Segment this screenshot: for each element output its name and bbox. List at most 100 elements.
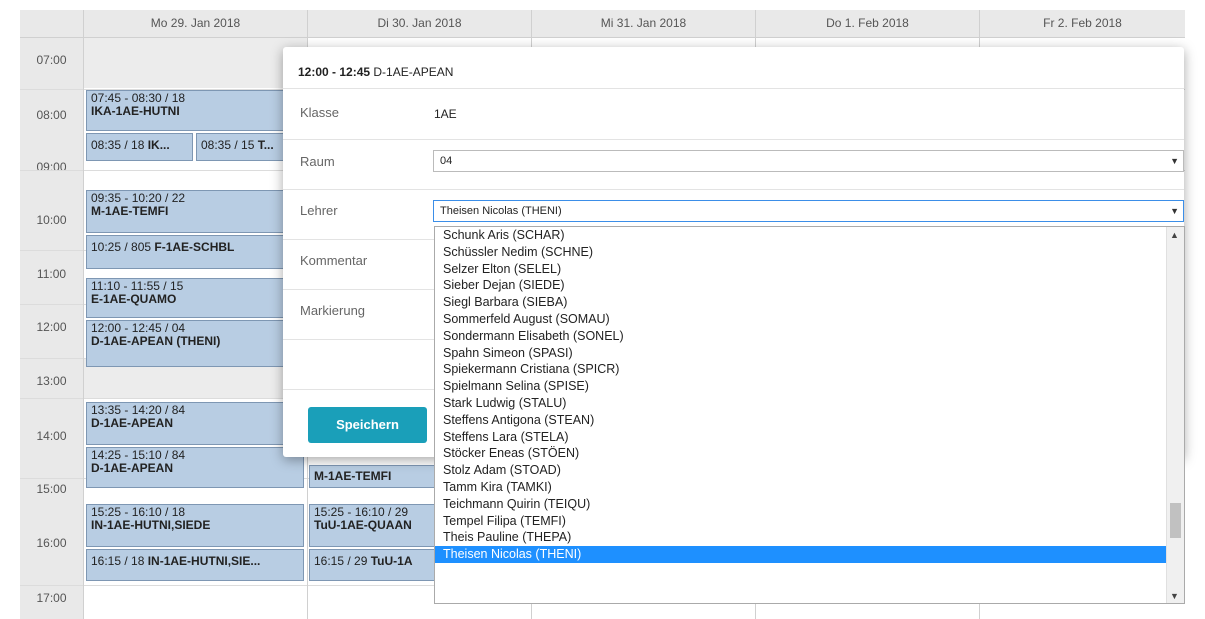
- teacher-option[interactable]: Sieber Dejan (SIEDE): [435, 277, 1184, 294]
- divider: [283, 139, 1184, 140]
- teacher-option[interactable]: Spiekermann Cristiana (SPICR): [435, 361, 1184, 378]
- dropdown-scrollbar[interactable]: ▲ ▼: [1166, 227, 1184, 603]
- chevron-down-icon: ▼: [1170, 206, 1179, 216]
- lehrer-select-value: Theisen Nicolas (THENI): [440, 205, 562, 217]
- lesson-block[interactable]: 14:25 - 15:10 / 84 D-1AE-APEAN: [86, 447, 304, 488]
- lesson-code: IN-1AE-HUTNI,SIE...: [147, 554, 261, 568]
- teacher-option[interactable]: Sommerfeld August (SOMAU): [435, 311, 1184, 328]
- teacher-option[interactable]: Spielmann Selina (SPISE): [435, 378, 1184, 395]
- raum-select-value: 04: [440, 155, 453, 167]
- day-header-friday: Fr 2. Feb 2018: [979, 10, 1185, 37]
- lesson-block[interactable]: M-1AE-TEMFI: [309, 465, 437, 488]
- empty-slot: [84, 38, 307, 88]
- teacher-option[interactable]: Stark Ludwig (STALU): [435, 395, 1184, 412]
- time-label: 13:00: [36, 374, 67, 388]
- day-header-tuesday: Di 30. Jan 2018: [307, 10, 531, 37]
- lesson-block[interactable]: 16:15 / 18 IN-1AE-HUTNI,SIE...: [86, 549, 304, 581]
- chevron-down-icon: ▼: [1170, 156, 1179, 166]
- teacher-option[interactable]: Schüssler Nedim (SCHNE): [435, 244, 1184, 261]
- teacher-option[interactable]: Steffens Lara (STELA): [435, 429, 1184, 446]
- lesson-time: 16:15 / 18: [91, 554, 148, 568]
- raum-label: Raum: [300, 154, 335, 169]
- teacher-option[interactable]: Tamm Kira (TAMKI): [435, 479, 1184, 496]
- teacher-option-selected[interactable]: Theisen Nicolas (THENI): [435, 546, 1184, 563]
- teacher-option[interactable]: Theis Pauline (THEPA): [435, 529, 1184, 546]
- time-label: 12:00: [36, 320, 67, 334]
- day-header-wednesday: Mi 31. Jan 2018: [531, 10, 755, 37]
- lesson-code: F-1AE-SCHBL: [154, 240, 235, 254]
- lesson-code: M-1AE-TEMFI: [91, 204, 169, 218]
- time-label: 11:00: [36, 267, 67, 281]
- lesson-time: 10:25 / 805: [91, 240, 155, 254]
- lesson-code: D-1AE-APEAN (THENI): [91, 334, 221, 348]
- lesson-time: 15:25 - 16:10 / 18: [91, 505, 186, 519]
- scroll-up-icon[interactable]: ▲: [1170, 230, 1179, 240]
- lesson-block[interactable]: 09:35 - 10:20 / 22 M-1AE-TEMFI: [86, 190, 304, 233]
- scroll-down-icon[interactable]: ▼: [1170, 591, 1179, 601]
- lesson-time: 15:25 - 16:10 / 29: [314, 505, 409, 519]
- teacher-option[interactable]: Selzer Elton (SELEL): [435, 261, 1184, 278]
- lesson-code: T...: [257, 138, 274, 152]
- teacher-option[interactable]: Stöcker Eneas (STÖEN): [435, 445, 1184, 462]
- raum-select[interactable]: 04 ▼: [433, 150, 1184, 172]
- day-header-monday: Mo 29. Jan 2018: [83, 10, 307, 37]
- lesson-block-selected[interactable]: 12:00 - 12:45 / 04 D-1AE-APEAN (THENI): [86, 320, 304, 367]
- teacher-option[interactable]: Sondermann Elisabeth (SONEL): [435, 328, 1184, 345]
- lesson-code: E-1AE-QUAMO: [91, 292, 177, 306]
- lesson-block[interactable]: 16:15 / 29 TuU-1A: [309, 549, 437, 581]
- lesson-time: 16:15 / 29: [314, 554, 371, 568]
- lesson-code: D-1AE-APEAN: [91, 416, 174, 430]
- teacher-option[interactable]: Stolz Adam (STOAD): [435, 462, 1184, 479]
- time-label: 17:00: [36, 591, 67, 605]
- time-label: 16:00: [36, 536, 67, 550]
- time-label: 15:00: [36, 482, 67, 496]
- teacher-option[interactable]: Spahn Simeon (SPASI): [435, 345, 1184, 362]
- lesson-time: 13:35 - 14:20 / 84: [91, 403, 186, 417]
- lesson-time: 07:45 - 08:30 / 18: [91, 91, 186, 105]
- scrollbar-thumb[interactable]: [1170, 503, 1181, 538]
- lesson-code: IK...: [147, 138, 170, 152]
- time-label: 07:00: [36, 53, 67, 67]
- teacher-option[interactable]: Steffens Antigona (STEAN): [435, 412, 1184, 429]
- divider: [283, 88, 1184, 89]
- teacher-option[interactable]: Teichmann Quirin (TEIQU): [435, 496, 1184, 513]
- time-label: 09:00: [36, 160, 67, 174]
- lesson-time: 08:35 / 18: [91, 138, 148, 152]
- time-label: 08:00: [36, 108, 67, 122]
- teacher-dropdown-list[interactable]: Schunk Aris (SCHAR) Schüssler Nedim (SCH…: [434, 226, 1185, 604]
- lesson-block[interactable]: 15:25 - 16:10 / 29 TuU-1AE-QUAAN: [309, 504, 437, 547]
- lehrer-label: Lehrer: [300, 203, 338, 218]
- lesson-time: 11:10 - 11:55 / 15: [91, 279, 184, 293]
- lesson-time: 12:00 - 12:45 / 04: [91, 321, 186, 335]
- time-label: 10:00: [36, 213, 67, 227]
- lesson-code: TuU-1AE-QUAAN: [314, 518, 412, 532]
- teacher-option[interactable]: Siegl Barbara (SIEBA): [435, 294, 1184, 311]
- day-divider: [83, 10, 84, 619]
- teacher-option[interactable]: Tempel Filipa (TEMFI): [435, 513, 1184, 530]
- lesson-block[interactable]: 13:35 - 14:20 / 84 D-1AE-APEAN: [86, 402, 304, 445]
- klasse-value: 1AE: [434, 107, 457, 121]
- lesson-code: TuU-1A: [370, 554, 413, 568]
- lehrer-select[interactable]: Theisen Nicolas (THENI) ▼: [433, 200, 1184, 222]
- save-button[interactable]: Speichern: [308, 407, 427, 443]
- lesson-time: 09:35 - 10:20 / 22: [91, 191, 186, 205]
- lesson-block[interactable]: 08:35 / 18 IK...: [86, 133, 193, 161]
- kommentar-label: Kommentar: [300, 253, 368, 268]
- lesson-block[interactable]: 10:25 / 805 F-1AE-SCHBL: [86, 235, 304, 269]
- day-header-row: Mo 29. Jan 2018 Di 30. Jan 2018 Mi 31. J…: [20, 10, 1185, 38]
- lesson-block[interactable]: 15:25 - 16:10 / 18 IN-1AE-HUTNI,SIEDE: [86, 504, 304, 547]
- lesson-block[interactable]: 07:45 - 08:30 / 18 IKA-1AE-HUTNI: [86, 90, 304, 131]
- klasse-label: Klasse: [300, 105, 340, 120]
- teacher-option[interactable]: Schunk Aris (SCHAR): [435, 227, 1184, 244]
- lesson-block[interactable]: 11:10 - 11:55 / 15 E-1AE-QUAMO: [86, 278, 304, 318]
- lesson-code: IN-1AE-HUTNI,SIEDE: [91, 518, 211, 532]
- lesson-code: IKA-1AE-HUTNI: [91, 104, 180, 118]
- dialog-title: 12:00 - 12:45 D-1AE-APEAN: [298, 65, 454, 79]
- lesson-code: M-1AE-TEMFI: [314, 469, 392, 483]
- lesson-time: 14:25 - 15:10 / 84: [91, 448, 186, 462]
- divider: [283, 189, 1184, 190]
- lesson-time: 08:35 / 15: [201, 138, 258, 152]
- lesson-code: D-1AE-APEAN: [91, 461, 174, 475]
- day-header-thursday: Do 1. Feb 2018: [755, 10, 979, 37]
- markierung-label: Markierung: [300, 303, 366, 318]
